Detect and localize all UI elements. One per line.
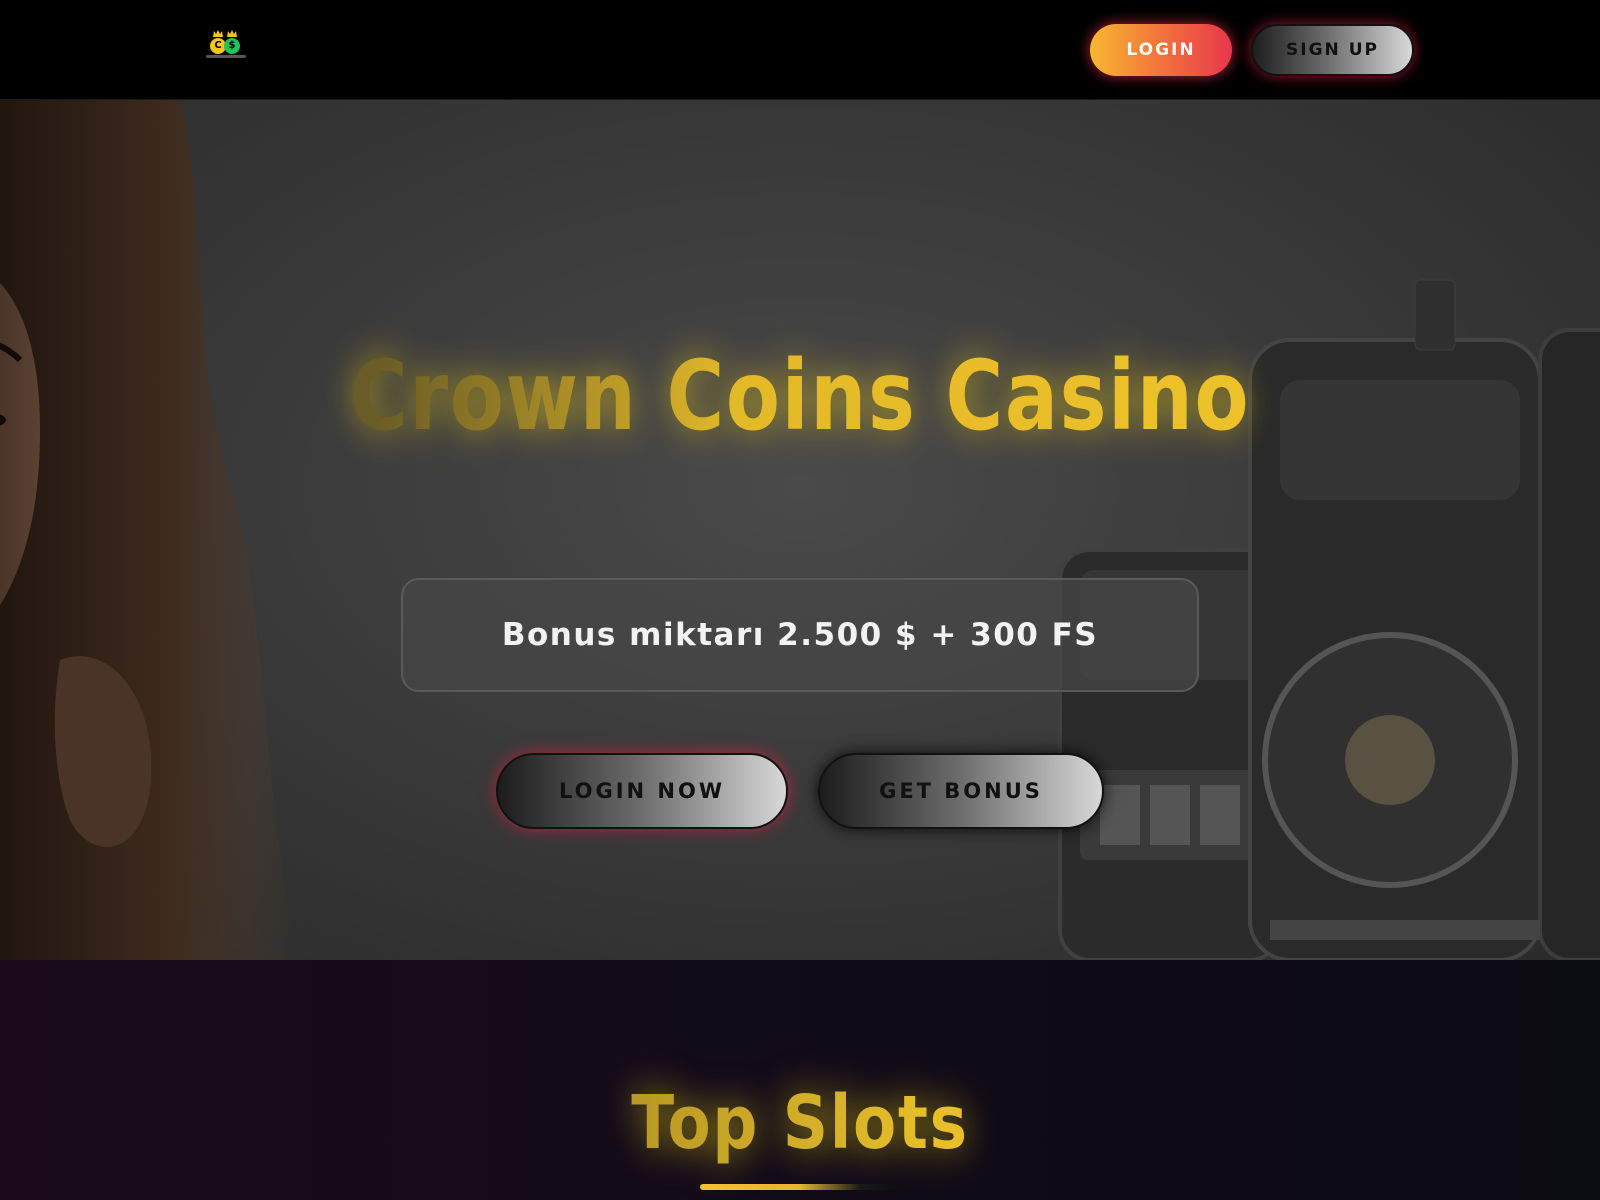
logo-tagline-mark bbox=[206, 55, 246, 58]
bonus-amount-text: Bonus miktarı 2.500 $ + 300 FS bbox=[501, 617, 1099, 653]
coin-icon: $ bbox=[224, 38, 240, 54]
hero-woman-image bbox=[0, 100, 300, 960]
get-bonus-button[interactable]: GET BONUS bbox=[818, 753, 1104, 829]
login-now-button[interactable]: LOGIN NOW bbox=[496, 753, 788, 829]
logo[interactable]: C $ bbox=[206, 30, 246, 62]
hero-title: Crown Coins Casino bbox=[144, 340, 1456, 452]
hero-banner: Crown Coins Casino Bonus miktarı 2.500 $… bbox=[0, 100, 1600, 960]
title-underline bbox=[700, 1184, 900, 1190]
crown-icon bbox=[213, 30, 223, 37]
section-title: Top Slots bbox=[120, 1080, 1480, 1166]
crown-icon bbox=[227, 30, 237, 37]
top-slots-section: Top Slots bbox=[0, 960, 1600, 1200]
signup-button[interactable]: SIGN UP bbox=[1251, 24, 1414, 76]
site-header: C $ LOGIN SIGN UP bbox=[0, 0, 1600, 100]
login-button[interactable]: LOGIN bbox=[1090, 24, 1232, 76]
bonus-banner: Bonus miktarı 2.500 $ + 300 FS bbox=[401, 578, 1199, 692]
